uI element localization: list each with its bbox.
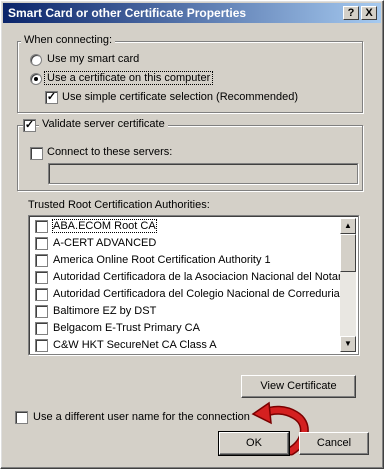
certificate-radio[interactable] [30,73,42,85]
smart-card-radio[interactable] [30,54,42,66]
validate-checkbox[interactable]: ✓ [23,119,36,132]
ok-button[interactable]: OK [218,431,290,456]
list-item[interactable]: Autoridad Certificadora del Colegio Naci… [31,286,341,302]
trusted-roots-list[interactable]: ABA.ECOM Root CA A-CERT ADVANCED America… [28,215,359,355]
scroll-up-icon[interactable]: ▲ [340,218,356,234]
certificate-label[interactable]: Use a certificate on this computer [43,71,214,85]
different-user-checkbox[interactable] [15,411,28,424]
list-item-checkbox[interactable] [35,220,48,233]
list-item-label: Baltimore EZ by DST [53,305,157,317]
list-item-checkbox[interactable] [35,305,48,318]
list-item-checkbox[interactable] [35,254,48,267]
list-item-checkbox[interactable] [35,288,48,301]
list-item[interactable]: Baltimore EZ by DST [31,303,341,319]
simple-selection-checkbox[interactable]: ✓ [45,91,58,104]
scroll-down-icon[interactable]: ▼ [340,336,356,352]
list-item[interactable]: ABA.ECOM Root CA [31,218,341,234]
window-title: Smart Card or other Certificate Properti… [8,6,247,20]
when-connecting-legend: When connecting: [21,34,116,46]
list-item-checkbox[interactable] [35,271,48,284]
different-user-label[interactable]: Use a different user name for the connec… [33,411,250,423]
list-item-label: C&W HKT SecureNet CA Class A [53,339,217,351]
list-item-checkbox[interactable] [35,339,48,352]
list-item[interactable]: C&W HKT SecureNet CA Class A [31,337,341,353]
list-item-label: Belgacom E-Trust Primary CA [53,322,200,334]
list-item-checkbox[interactable] [35,237,48,250]
trusted-roots-label: Trusted Root Certification Authorities: [28,199,210,211]
list-item[interactable]: Autoridad Certificadora de la Asociacion… [31,269,341,285]
scroll-thumb[interactable] [340,234,356,272]
list-item-label: America Online Root Certification Author… [53,254,271,266]
list-scrollbar[interactable]: ▲ ▼ [340,218,356,352]
list-item[interactable]: A-CERT ADVANCED [31,235,341,251]
title-bar[interactable]: Smart Card or other Certificate Properti… [3,3,381,23]
list-item[interactable]: Belgacom E-Trust Primary CA [31,320,341,336]
view-certificate-button[interactable]: View Certificate [241,375,356,398]
list-item-label: Autoridad Certificadora de la Asociacion… [53,271,341,283]
simple-selection-label[interactable]: Use simple certificate selection (Recomm… [62,91,298,103]
close-button[interactable]: X [361,6,377,20]
validate-label[interactable]: Validate server certificate [39,118,168,130]
properties-dialog: Smart Card or other Certificate Properti… [0,0,384,469]
list-item-label: A-CERT ADVANCED [53,237,157,249]
list-item[interactable]: America Online Root Certification Author… [31,252,341,268]
connect-servers-label[interactable]: Connect to these servers: [47,146,172,158]
smart-card-label[interactable]: Use my smart card [47,53,139,65]
servers-input[interactable] [48,163,358,184]
list-item-label: ABA.ECOM Root CA [52,219,157,233]
help-button[interactable]: ? [343,6,359,20]
cancel-button[interactable]: Cancel [299,432,369,455]
list-item-label: Autoridad Certificadora del Colegio Naci… [53,288,341,300]
list-item-checkbox[interactable] [35,322,48,335]
connect-servers-checkbox[interactable] [30,147,43,160]
